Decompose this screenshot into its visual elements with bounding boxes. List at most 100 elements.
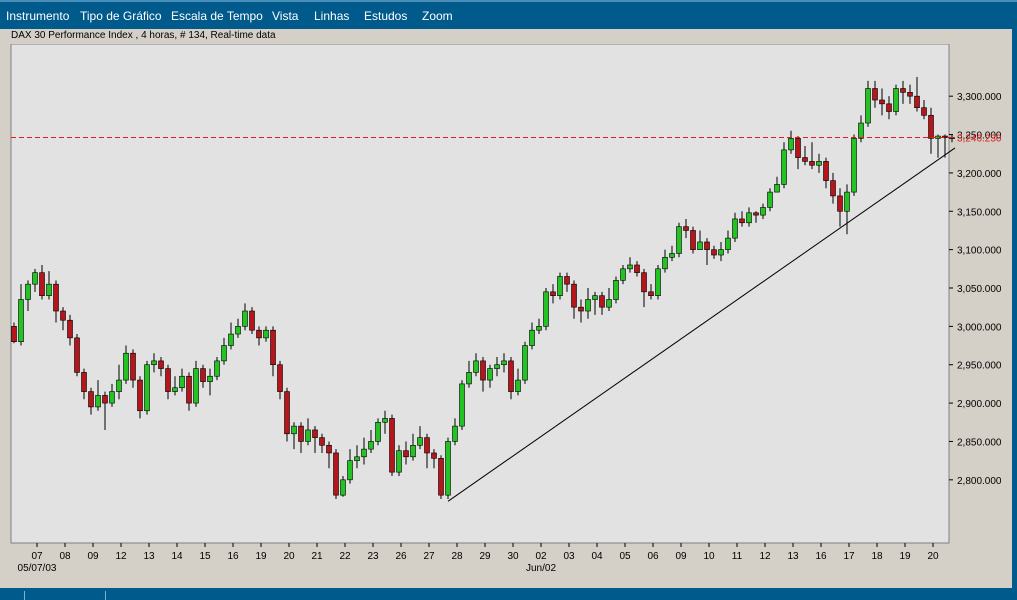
candle-up xyxy=(452,425,458,442)
candle-up xyxy=(718,249,724,256)
menu-item-escala-de-tempo[interactable]: Escala de Tempo xyxy=(171,9,263,23)
y-tick-label: 3,300.000 xyxy=(957,92,1002,103)
x-tick-label: 19 xyxy=(899,551,911,562)
candle-up xyxy=(781,149,787,185)
x-tick-label: 05 xyxy=(619,551,631,562)
y-tick-label: 2,900.000 xyxy=(957,399,1002,410)
candle-down xyxy=(284,391,290,435)
candle-down xyxy=(809,161,815,166)
candle-down xyxy=(81,372,87,392)
candle-up xyxy=(697,241,703,250)
candle-down xyxy=(39,272,45,296)
x-tick-label: 30 xyxy=(507,551,519,562)
candle-up xyxy=(788,138,794,151)
candle-up xyxy=(746,212,752,224)
candle-up xyxy=(529,329,535,346)
candle-up xyxy=(291,425,297,435)
candle-down xyxy=(921,107,927,116)
candle-down xyxy=(249,310,255,331)
candle-down xyxy=(277,364,283,392)
menu-item-instrumento[interactable]: Instrumento xyxy=(6,9,69,23)
candle-down xyxy=(165,368,171,392)
x-period-label: 05/07/03 xyxy=(18,563,57,574)
x-tick-label: 16 xyxy=(815,551,827,562)
x-tick-label: 04 xyxy=(591,551,603,562)
candle-up xyxy=(305,429,311,442)
candle-down xyxy=(333,452,339,496)
x-tick-label: 20 xyxy=(283,551,295,562)
status-cell xyxy=(24,591,106,600)
candle-down xyxy=(130,352,136,381)
candle-down xyxy=(389,418,395,473)
candle-up xyxy=(893,88,899,112)
window-edge xyxy=(1012,29,1017,588)
candle-up xyxy=(487,368,493,381)
candle-down xyxy=(634,264,640,273)
candle-up xyxy=(235,326,241,335)
menu-item-linhas[interactable]: Linhas xyxy=(314,9,349,23)
candle-up xyxy=(606,299,612,308)
candle-up xyxy=(116,379,122,392)
candle-up xyxy=(662,257,668,270)
candle-up xyxy=(585,299,591,312)
candle-down xyxy=(480,360,486,381)
x-tick-label: 02 xyxy=(535,551,547,562)
candle-up xyxy=(725,237,731,250)
x-tick-label: 20 xyxy=(927,551,939,562)
candle-up xyxy=(620,268,626,281)
candle-up xyxy=(473,360,479,373)
menu-item-estudos[interactable]: Estudos xyxy=(364,9,407,23)
x-tick-label: 13 xyxy=(787,551,799,562)
x-tick-label: 11 xyxy=(732,551,743,562)
candle-up xyxy=(501,360,507,366)
menu-item-vista[interactable]: Vista xyxy=(272,9,298,23)
candle-up xyxy=(228,333,234,346)
candle-up xyxy=(207,375,213,382)
candle-up xyxy=(193,368,199,404)
x-tick-label: 15 xyxy=(199,551,211,562)
candle-up xyxy=(368,441,374,450)
candle-down xyxy=(802,157,808,162)
candle-down xyxy=(74,337,80,373)
chart-title: DAX 30 Performance Index , 4 horas, # 13… xyxy=(11,30,276,41)
x-tick-label: 26 xyxy=(395,551,407,562)
candle-up xyxy=(242,310,248,327)
x-tick-label: 08 xyxy=(59,551,71,562)
candle-up xyxy=(865,88,871,124)
candle-down xyxy=(102,395,108,404)
candle-up xyxy=(655,268,661,296)
menu-item-zoom[interactable]: Zoom xyxy=(422,9,453,23)
candle-down xyxy=(599,295,605,308)
candle-up xyxy=(466,372,472,385)
x-tick-label: 18 xyxy=(871,551,883,562)
candle-down xyxy=(879,99,885,105)
menu-bar: Instrumento Tipo de Gráfico Escala de Temp… xyxy=(0,0,1017,29)
candle-up xyxy=(95,395,101,408)
y-tick-label: 3,150.000 xyxy=(957,207,1002,218)
y-tick-label: 3,050.000 xyxy=(957,284,1002,295)
candle-up xyxy=(760,207,766,216)
x-tick-label: 16 xyxy=(227,551,239,562)
candle-up xyxy=(32,272,38,285)
candle-up xyxy=(557,276,563,296)
candle-down xyxy=(683,226,689,231)
candle-down xyxy=(67,319,73,339)
menu-item-tipo-de-gr-fico[interactable]: Tipo de Gráfico xyxy=(80,9,162,23)
candle-up xyxy=(844,191,850,212)
candle-down xyxy=(704,241,710,250)
candle-down xyxy=(690,230,696,250)
candle-up xyxy=(613,280,619,300)
candle-up xyxy=(361,448,367,458)
candle-down xyxy=(837,195,843,212)
candle-down xyxy=(137,379,143,412)
x-tick-label: 27 xyxy=(423,551,435,562)
candle-down xyxy=(823,161,829,181)
y-tick-label: 3,200.000 xyxy=(957,169,1002,180)
candle-up xyxy=(445,441,451,496)
chart-area[interactable]: 3,300.0003,250.0003,200.0003,150.0003,10… xyxy=(0,44,1012,588)
candle-up xyxy=(382,418,388,423)
candle-up xyxy=(172,387,178,392)
x-tick-label: 14 xyxy=(171,551,183,562)
candle-down xyxy=(830,180,836,197)
candle-up xyxy=(592,295,598,300)
